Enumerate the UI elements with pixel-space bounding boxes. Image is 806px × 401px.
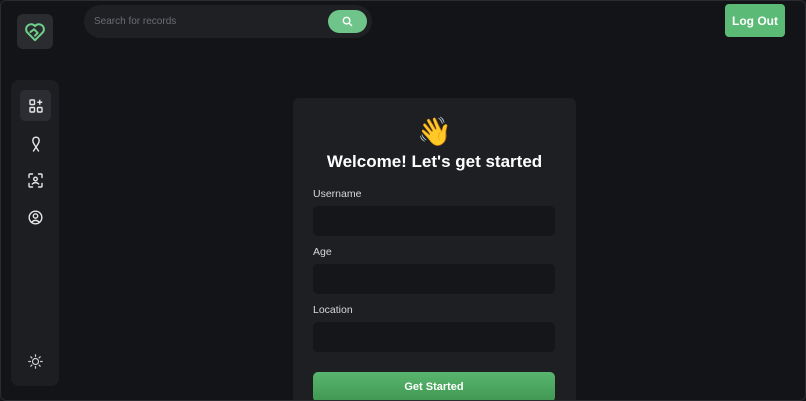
ribbon-icon (31, 136, 40, 152)
sidebar-item-scan[interactable] (20, 165, 51, 196)
username-label: Username (313, 188, 362, 200)
age-field[interactable] (313, 264, 555, 294)
age-label: Age (313, 246, 332, 258)
sidebar-item-ribbon[interactable] (20, 128, 51, 159)
search-button[interactable] (328, 10, 367, 33)
username-field[interactable] (313, 206, 555, 236)
dashboard-icon (28, 98, 43, 113)
waving-hand-icon: 👋 (417, 116, 452, 147)
location-field[interactable] (313, 322, 555, 352)
search-bar (84, 5, 372, 38)
scan-face-icon (28, 173, 43, 188)
sidebar-item-dashboard[interactable] (20, 90, 51, 121)
sidebar-item-profile[interactable] (20, 202, 51, 233)
sun-icon (28, 354, 43, 369)
theme-toggle[interactable] (20, 346, 51, 377)
search-icon (342, 16, 353, 27)
location-label: Location (313, 304, 353, 316)
search-input[interactable] (94, 5, 324, 38)
app-window: Log Out (0, 0, 806, 401)
welcome-form-card: 👋 Welcome! Let's get started Username Ag… (293, 98, 576, 400)
heart-handshake-icon (25, 22, 45, 41)
get-started-button[interactable]: Get Started (313, 372, 555, 400)
user-circle-icon (28, 210, 43, 225)
sidebar (11, 80, 59, 386)
form-title: Welcome! Let's get started (326, 152, 543, 171)
app-logo[interactable] (17, 14, 53, 49)
logout-button[interactable]: Log Out (725, 4, 785, 37)
